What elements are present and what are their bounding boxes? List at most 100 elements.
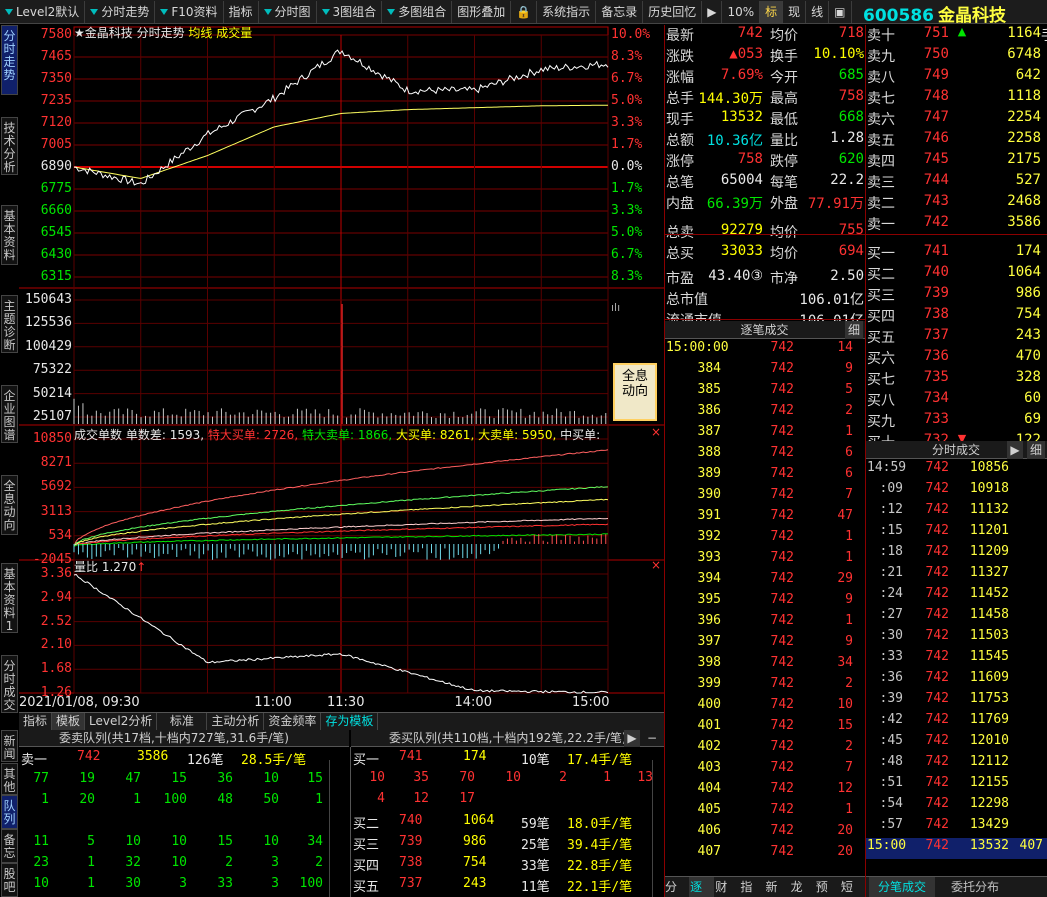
side-tab-label: 技术分析	[3, 121, 16, 174]
tab-active-analysis[interactable]: 主动分析	[207, 713, 265, 730]
side-tab-other[interactable]: 其他	[1, 763, 18, 795]
tick-detail-button[interactable]: 细	[845, 321, 863, 339]
close-icon[interactable]: ×	[651, 425, 661, 439]
tick-price: 742	[770, 760, 794, 775]
order-queue-panel: 委卖队列(共17档,十档内727笔,31.6手/笔) 委买队列(共110档,十档…	[19, 730, 664, 897]
tick-tab[interactable]: 分笔	[664, 877, 689, 897]
side-tab-holo[interactable]: 全息动向	[1, 475, 18, 535]
buy-level-cell: 买三	[353, 838, 380, 853]
book-price: 735	[923, 369, 949, 385]
tick-tab[interactable]: 逐笔	[689, 877, 715, 897]
toolbar-level2[interactable]: Level2默认	[0, 0, 86, 23]
tick-price: 742	[770, 550, 794, 565]
book-level: 卖四	[867, 154, 895, 170]
quote-value2: 10.10%	[813, 46, 864, 62]
toolbar-multichart[interactable]: 多图组合	[382, 0, 453, 23]
side-tab-basic[interactable]: 基本资料	[1, 205, 18, 265]
save-template-button[interactable]: 存为模板	[321, 713, 379, 730]
tab-fund-freq[interactable]: 资金频率	[264, 713, 322, 730]
close-icon[interactable]: ×	[651, 558, 661, 572]
minute-price: 742	[925, 796, 949, 811]
toolbar-intraday-chart[interactable]: 分时图	[259, 0, 317, 23]
minute-volume: 12112	[969, 754, 1009, 769]
next-icon[interactable]: ▶	[624, 730, 640, 747]
tab-template[interactable]: 模板	[52, 713, 86, 730]
tick-tab[interactable]: 预警	[815, 877, 840, 897]
book-qty: 642	[1015, 67, 1041, 83]
side-tab-news[interactable]: 新闻	[1, 730, 18, 762]
buy-level-row: 买四 738 754 33笔 22.8手/笔	[351, 855, 651, 875]
tick-volume: 6	[845, 466, 853, 481]
quote-label2: 每笔	[770, 175, 798, 191]
tick-tab[interactable]: 指数	[739, 877, 764, 897]
pct-tick-label: 0.0%	[611, 159, 643, 174]
side-tab-intraday[interactable]: 分时走势	[1, 25, 18, 95]
toolbar-pct[interactable]: 10%	[722, 0, 761, 23]
tab-order-dist[interactable]: 委托分布	[943, 877, 1007, 897]
side-tab-diagnosis[interactable]: 主题诊断	[1, 295, 18, 353]
tick-time: 391	[697, 508, 721, 523]
toolbar-mode-mark[interactable]: 标	[760, 0, 784, 23]
tick-tab[interactable]: 短线	[840, 877, 865, 897]
quanxi-button[interactable]: 全息 动向	[613, 363, 657, 421]
side-tab-label: 新闻	[3, 734, 16, 761]
tab-level2-analysis[interactable]: Level2分析	[85, 713, 158, 730]
minute-row: :27 742 11458	[865, 607, 1047, 628]
book-qty: 174	[1015, 243, 1041, 259]
tab-minute-trades[interactable]: 分笔成交	[869, 877, 935, 897]
side-tab-trades[interactable]: 分时成交	[1, 655, 18, 713]
time-tick-label: 14:00	[454, 695, 492, 710]
minute-row: :30 742 11503	[865, 628, 1047, 649]
toolbar-mode-line[interactable]: 线	[806, 0, 830, 23]
next-icon[interactable]: ▶	[1007, 441, 1023, 459]
toolbar-sys-indicator[interactable]: 系统指示	[537, 0, 597, 23]
tick-price: 742	[770, 361, 794, 376]
order-tick-label: 3113	[40, 503, 72, 519]
tick-tab[interactable]: 新闻	[765, 877, 790, 897]
pct-tick-label: 5.0%	[611, 93, 643, 108]
quote-label2: 均价	[770, 28, 798, 44]
toolbar-f10[interactable]: F10资料	[155, 0, 224, 23]
book-qty: 1064	[1007, 264, 1041, 280]
tick-tab[interactable]: 财务	[714, 877, 739, 897]
toolbar-3chart[interactable]: 3图组合	[317, 0, 383, 23]
quote-value: 7.69%	[720, 67, 763, 83]
intraday-chart[interactable]: ★金晶科技 分时走势 均线 成交量 7580 7465 7350 7235 7120 70…	[19, 25, 664, 712]
minute-time: :18	[879, 544, 903, 559]
toolbar-history[interactable]: 历史回忆	[643, 0, 703, 23]
order-s3: 1866,	[357, 428, 393, 442]
book-level: 卖九	[867, 49, 895, 65]
toolbar-intraday[interactable]: 分时走势	[85, 0, 156, 23]
toolbar-indicator[interactable]: 指标	[224, 0, 259, 23]
tick-price: 742	[770, 676, 794, 691]
pct-tick-label: 6.7%	[611, 247, 643, 262]
ratio-tick-label: 2.94	[40, 589, 72, 605]
tick-tab[interactable]: 龙虎	[790, 877, 815, 897]
tab-standard[interactable]: 标准	[157, 713, 208, 730]
minute-time: :57	[879, 817, 903, 832]
buy-scrollbar[interactable]	[652, 760, 660, 897]
side-tab-memo[interactable]: 备忘	[1, 829, 18, 863]
toolbar-memo[interactable]: 备忘录	[596, 0, 644, 23]
side-tab-basic1[interactable]: 基本资料1	[1, 563, 18, 633]
tab-indicator[interactable]: 指标	[19, 713, 53, 730]
buy-queue-row: 4 12 17	[351, 791, 651, 811]
side-tab-forum[interactable]: 股吧	[1, 863, 18, 897]
minute-price: 742	[925, 670, 949, 685]
side-tab-technical[interactable]: 技术分析	[1, 117, 18, 175]
minus-icon[interactable]: −	[644, 730, 660, 747]
side-tab-queue[interactable]: 队列	[1, 795, 18, 829]
play-icon[interactable]: ▶	[702, 0, 723, 23]
side-tab-graph[interactable]: 企业图谱	[1, 385, 18, 443]
tick-row: 404 742 12	[664, 781, 865, 802]
lock-icon[interactable]: 🔒	[511, 0, 538, 23]
minute-volume: 11609	[969, 670, 1009, 685]
tick-time: 395	[697, 592, 721, 607]
window-icon[interactable]: ▣	[829, 0, 852, 23]
toolbar-overlay[interactable]: 图形叠加	[452, 0, 512, 23]
toolbar-mode-now[interactable]: 现	[783, 0, 807, 23]
minute-detail-button[interactable]: 细	[1027, 441, 1045, 459]
buy-queue-cell: 2	[559, 770, 567, 785]
quote-row: 市盈 43.40③ 市净 2.50	[664, 268, 865, 289]
minute-price: 742	[925, 754, 949, 769]
